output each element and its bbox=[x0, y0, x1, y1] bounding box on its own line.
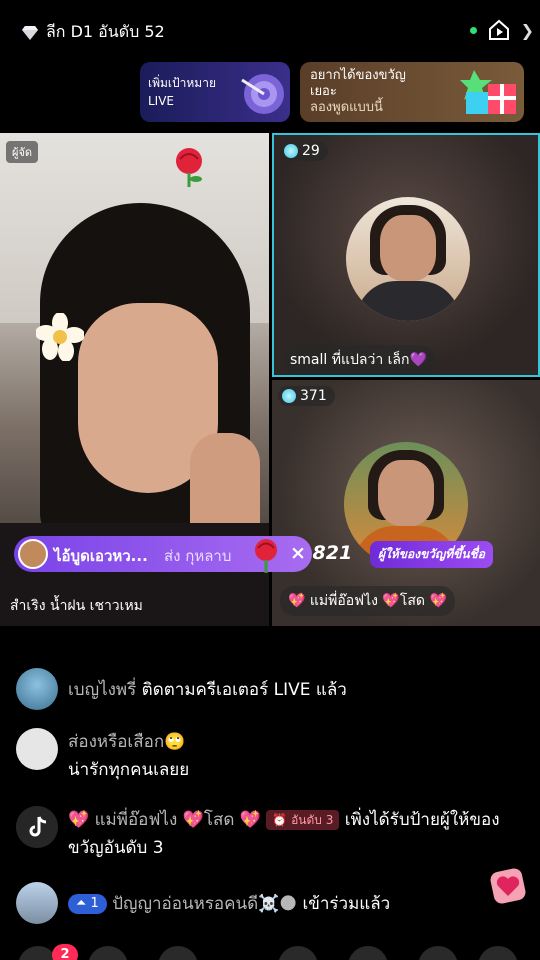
chat-username[interactable]: ส่องหรือเสือก🙄 bbox=[68, 728, 518, 756]
user-avatar[interactable] bbox=[16, 728, 58, 770]
avatar-body bbox=[356, 281, 460, 321]
gift-combo-count: × 821 bbox=[290, 542, 353, 564]
avatar-face bbox=[378, 460, 434, 526]
top-gifter-badge: ผู้ให้ของขวัญที่ขึ้นชื่อ bbox=[370, 541, 493, 568]
gift-combo-pill: ไอ้บูดเอวหว... ส่ง กุหลาบ bbox=[14, 536, 312, 573]
guest-score: 29 bbox=[302, 143, 320, 159]
user-avatar[interactable] bbox=[16, 668, 58, 710]
goal-banner-line1: เพิ่มเป้าหมาย bbox=[148, 76, 216, 90]
host-label: ผู้จัด bbox=[6, 141, 39, 163]
notification-badge: 2 bbox=[52, 944, 78, 960]
home-share-icon[interactable] bbox=[487, 18, 511, 42]
toolbar-button[interactable] bbox=[158, 946, 198, 960]
host-name[interactable]: สำเริง น้ำฝน เชาวเหม bbox=[10, 595, 143, 617]
gift-tips-banner[interactable]: อยากได้ของขวัญ เยอะ ลองพูดแบบนี้ bbox=[300, 62, 524, 122]
guest-score: 371 bbox=[300, 388, 327, 404]
diamond-icon bbox=[22, 25, 38, 40]
user-avatar[interactable] bbox=[16, 882, 58, 924]
guest-video-2[interactable]: 371 💖 แม่พี่อ๊อฟไง 💖โสด 💖 bbox=[272, 380, 540, 626]
gift-sender-name: ไอ้บูดเอวหว... bbox=[54, 547, 148, 565]
rose-gift-icon bbox=[255, 539, 277, 573]
tiktok-logo-icon bbox=[16, 806, 58, 848]
toolbar-button[interactable] bbox=[278, 946, 318, 960]
avatar-face bbox=[380, 215, 436, 281]
gift-button[interactable] bbox=[478, 946, 518, 960]
chat-text: ติดตามครีเอเตอร์ LIVE แล้ว bbox=[136, 680, 347, 700]
bottom-toolbar bbox=[0, 940, 540, 960]
chevron-right-icon[interactable]: ❯ bbox=[521, 21, 534, 40]
league-rank[interactable]: ลีก D1 อันดับ 52 bbox=[22, 20, 165, 45]
rank-badge: ⏰ อันดับ 3 bbox=[266, 810, 340, 830]
goal-banner-line2: LIVE bbox=[148, 94, 175, 108]
diamond-score-icon bbox=[284, 144, 298, 158]
toolbar-button[interactable] bbox=[418, 946, 458, 960]
gift-banner-line2: เยอะ bbox=[310, 84, 337, 99]
gift-boxes-icon bbox=[460, 70, 516, 114]
chat-username[interactable]: ปัญญาอ่อนหรอคนดี☠️🌑 bbox=[107, 894, 297, 914]
top-bar: ลีก D1 อันดับ 52 ❯ bbox=[0, 0, 540, 62]
guest-video-1[interactable]: 29 small ที่แปลว่า เล็ก💜 bbox=[272, 133, 540, 377]
league-text: ลีก D1 อันดับ 52 bbox=[46, 22, 165, 41]
chat-text: เข้าร่วมแล้ว bbox=[297, 894, 391, 914]
sender-avatar[interactable] bbox=[18, 539, 48, 569]
gift-combo-overlay: ไอ้บูดเอวหว... ส่ง กุหลาบ × 821 ผู้ให้ขอ… bbox=[14, 536, 528, 573]
toolbar-button[interactable] bbox=[348, 946, 388, 960]
guest-name[interactable]: 💖 แม่พี่อ๊อฟไง 💖โสด 💖 bbox=[280, 586, 455, 616]
chat-text: น่ารักทุกคนเลยย bbox=[68, 760, 190, 780]
toolbar-button[interactable] bbox=[88, 946, 128, 960]
chat-username[interactable]: 💖 แม่พี่อ๊อฟไง 💖โสด 💖 bbox=[68, 810, 261, 830]
gift-banner-line3: ลองพูดแบบนี้ bbox=[310, 100, 383, 115]
target-icon bbox=[241, 74, 284, 114]
chat-username[interactable]: เบญไงพรี่ bbox=[68, 680, 136, 700]
guest-avatar bbox=[346, 197, 470, 321]
live-goal-banner[interactable]: เพิ่มเป้าหมาย LIVE bbox=[140, 62, 290, 122]
guest-name[interactable]: small ที่แปลว่า เล็ก💜 bbox=[282, 345, 435, 375]
rose-effect-icon bbox=[176, 148, 202, 187]
diamond-score-icon bbox=[282, 389, 296, 403]
online-indicator bbox=[469, 26, 477, 34]
gift-banner-line1: อยากได้ของขวัญ bbox=[310, 68, 406, 83]
gift-action-text: ส่ง กุหลาบ bbox=[164, 547, 232, 565]
guest-score-badge: 29 bbox=[280, 141, 328, 161]
heart-like-icon[interactable] bbox=[490, 868, 526, 904]
guest-score-badge: 371 bbox=[278, 386, 335, 406]
flower-effect-icon bbox=[36, 313, 84, 361]
user-level-badge: ⏶ 1 bbox=[68, 894, 107, 914]
